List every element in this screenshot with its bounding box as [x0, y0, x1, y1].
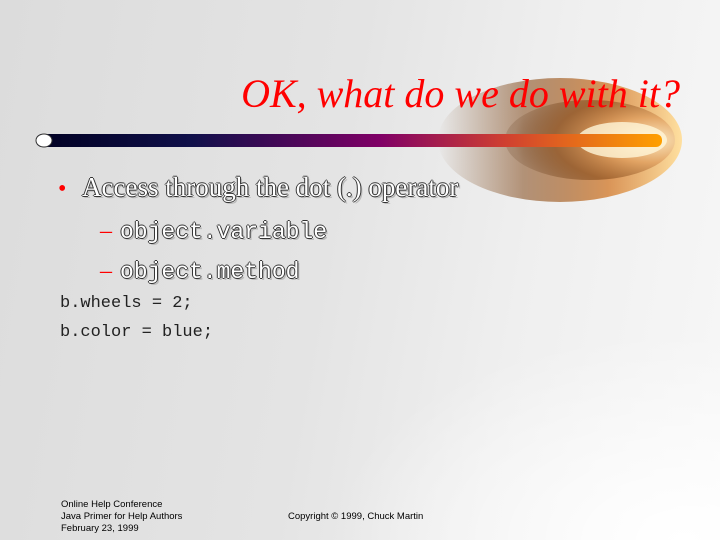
bullet-item: • Access through the dot (.) operator — [58, 172, 458, 203]
bullet-text: Access through the dot (.) operator — [82, 172, 459, 202]
footer-date: February 23, 1999 — [61, 523, 139, 534]
footer-conference: Online Help Conference — [61, 499, 163, 510]
footer-copyright: Copyright © 1999, Chuck Martin — [288, 511, 424, 522]
slide-title: OK, what do we do with it? — [241, 71, 680, 116]
footer-info: Online Help Conference Java Primer for H… — [61, 499, 182, 535]
footer-presentation: Java Primer for Help Authors — [61, 511, 183, 522]
slide: OK, what do we do with it? • Access throu… — [0, 0, 720, 540]
sub-bullet-item: – object.variable — [100, 218, 327, 245]
sub-bullet-text: object.method — [120, 259, 300, 285]
title-underline-bar — [36, 134, 662, 147]
code-line: b.color = blue; — [60, 323, 214, 342]
bullet-marker: • — [58, 176, 67, 202]
sub-bullet-marker: – — [100, 218, 112, 244]
bar-end-cap — [35, 133, 53, 148]
code-line: b.wheels = 2; — [60, 294, 193, 313]
sub-bullet-marker: – — [100, 258, 112, 284]
sub-bullet-text: object.variable — [120, 219, 328, 245]
sub-bullet-item: – object.method — [100, 258, 299, 285]
